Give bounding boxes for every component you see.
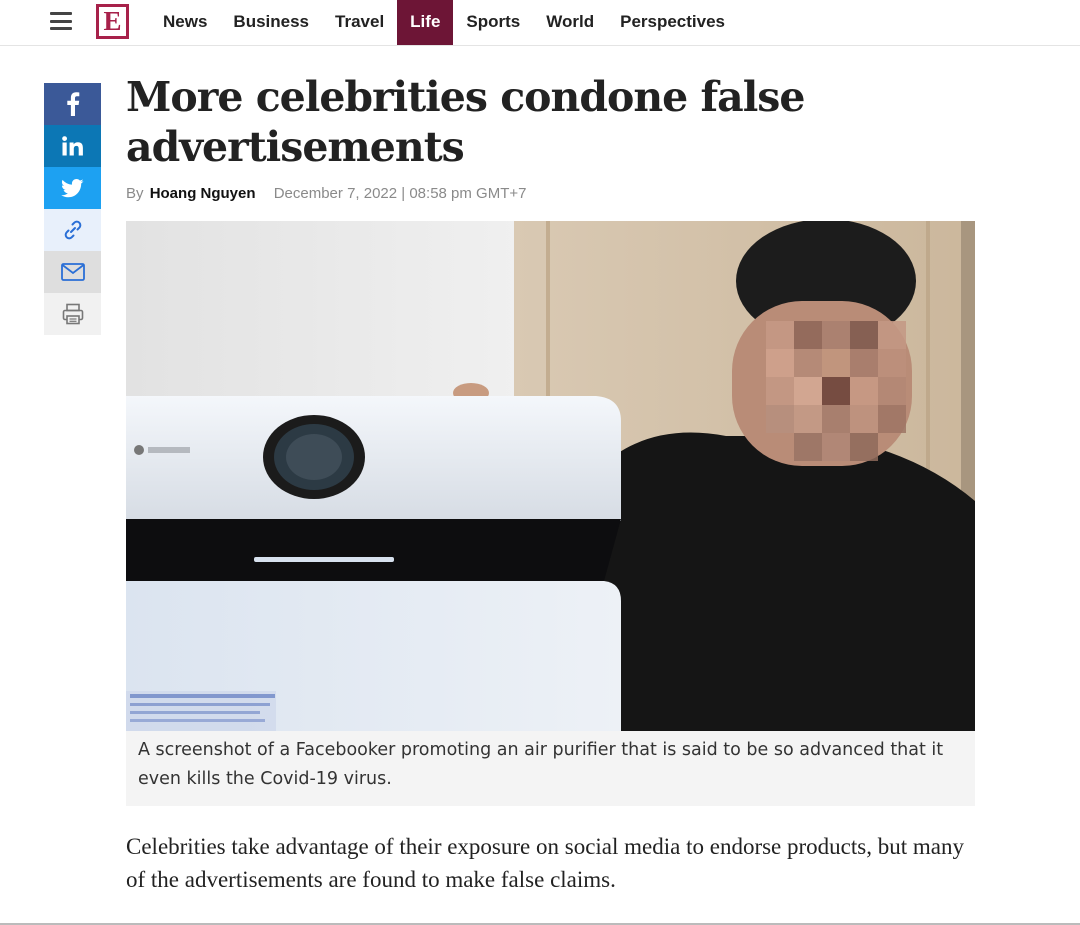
article-lead: Celebrities take advantage of their expo… xyxy=(126,834,964,892)
site-logo[interactable]: E xyxy=(96,4,129,39)
print-button[interactable] xyxy=(44,293,101,335)
article-photo xyxy=(126,221,975,731)
twitter-icon xyxy=(61,178,84,197)
byline-prefix: By xyxy=(126,185,144,202)
linkedin-icon xyxy=(61,136,83,156)
byline: By Hoang Nguyen December 7, 2022 | 08:58… xyxy=(126,185,526,202)
article-figure: A screenshot of a Facebooker promoting a… xyxy=(126,221,975,806)
share-linkedin-button[interactable] xyxy=(44,125,101,167)
publish-date: December 7, 2022 | 08:58 pm GMT+7 xyxy=(273,185,527,202)
facebook-icon xyxy=(66,92,79,116)
print-icon xyxy=(62,303,83,325)
share-twitter-button[interactable] xyxy=(44,167,101,209)
share-sidebar xyxy=(44,83,101,335)
top-navigation-bar: E News Business Travel Life Sports World… xyxy=(0,0,1080,46)
photo-caption: A screenshot of a Facebooker promoting a… xyxy=(138,740,944,789)
nav-item-sports[interactable]: Sports xyxy=(453,0,533,45)
air-purifier-photo xyxy=(126,221,975,731)
nav-item-travel[interactable]: Travel xyxy=(322,0,397,45)
share-email-button[interactable] xyxy=(44,251,101,293)
mail-icon xyxy=(60,263,85,281)
nav-item-perspectives[interactable]: Perspectives xyxy=(607,0,738,45)
share-facebook-button[interactable] xyxy=(44,83,101,125)
nav-item-news[interactable]: News xyxy=(150,0,220,45)
main-nav: News Business Travel Life Sports World P… xyxy=(150,0,738,45)
article-title: More celebrities condone false advertise… xyxy=(126,73,805,171)
nav-item-business[interactable]: Business xyxy=(220,0,322,45)
copy-link-button[interactable] xyxy=(44,209,101,251)
menu-icon[interactable] xyxy=(50,12,72,32)
author-link[interactable]: Hoang Nguyen xyxy=(150,185,256,202)
nav-item-world[interactable]: World xyxy=(533,0,607,45)
link-icon xyxy=(64,220,81,240)
nav-item-life[interactable]: Life xyxy=(397,0,454,45)
